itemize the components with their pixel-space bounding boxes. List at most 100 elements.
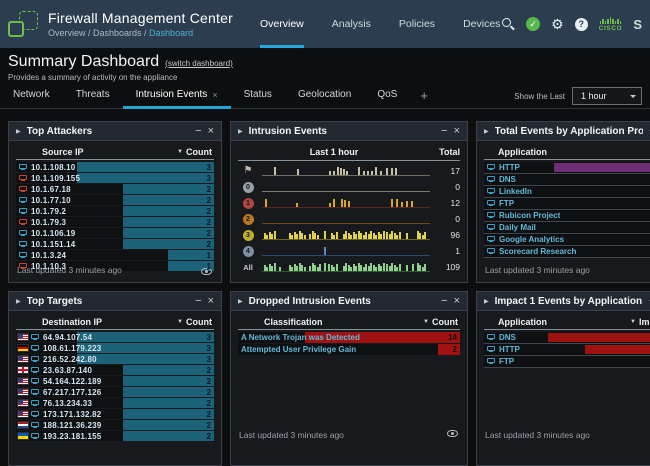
expand-icon[interactable]: ▶: [16, 298, 21, 305]
intrusion-row[interactable]: 112: [238, 195, 460, 211]
column-header-application[interactable]: Application: [498, 317, 547, 327]
table-row[interactable]: 188.121.36.2392: [16, 420, 214, 430]
table-row[interactable]: Daily Mail: [484, 222, 650, 234]
view-icon[interactable]: [447, 430, 458, 437]
close-icon[interactable]: ×: [454, 126, 460, 137]
breadcrumb-prefix[interactable]: Overview / Dashboards /: [48, 28, 149, 38]
close-icon[interactable]: ×: [454, 296, 460, 307]
impact-app-table: DNSHTTPFTP: [484, 332, 650, 368]
tab-threats[interactable]: Threats: [63, 89, 123, 109]
panel-header: ▶ Top Targets − ×: [9, 292, 221, 311]
breadcrumb-current[interactable]: Dashboard: [149, 28, 193, 38]
table-row[interactable]: 10.1.108.103: [16, 162, 214, 172]
count-value: 2: [207, 388, 211, 397]
intrusion-row[interactable]: ⚑17: [238, 163, 460, 179]
nav-item-analysis[interactable]: Analysis: [332, 0, 371, 48]
event-mark: [412, 264, 414, 271]
table-row[interactable]: 67.217.177.1262: [16, 387, 214, 397]
table-row[interactable]: 10.1.79.32: [16, 217, 214, 227]
ip-address: 188.121.36.239: [43, 421, 101, 430]
tab-geolocation[interactable]: Geolocation: [285, 89, 364, 109]
tab-status[interactable]: Status: [231, 89, 285, 109]
table-row[interactable]: 10.1.151.142: [16, 239, 214, 249]
nav-item-devices[interactable]: Devices: [463, 0, 500, 48]
table-row[interactable]: Scorecard Research: [484, 246, 650, 258]
count-value: 2: [207, 207, 211, 216]
table-row[interactable]: DNS: [484, 332, 650, 344]
column-header-count[interactable]: ▼Count: [177, 147, 212, 157]
tab-intrusion-events[interactable]: Intrusion Events×: [123, 89, 231, 109]
event-mark: [406, 201, 408, 207]
event-mark: [296, 203, 298, 207]
table-row[interactable]: 108.61.179.2233: [16, 343, 214, 353]
table-row[interactable]: 76.13.234.332: [16, 398, 214, 408]
tab-qos[interactable]: QoS: [364, 89, 410, 109]
column-header-count[interactable]: ▼Count: [423, 317, 458, 327]
application-icon: [487, 334, 495, 339]
table-row[interactable]: HTTP: [484, 162, 650, 174]
table-row[interactable]: 54.164.122.1892: [16, 376, 214, 386]
column-header-count[interactable]: ▼Count: [177, 317, 212, 327]
minimize-icon[interactable]: −: [441, 296, 447, 307]
column-header-application[interactable]: Application: [498, 147, 547, 157]
count-bar: [123, 376, 214, 386]
intrusion-row[interactable]: 00: [238, 179, 460, 195]
table-row[interactable]: Attempted User Privilege Gain2: [238, 344, 460, 355]
event-total: 0: [434, 214, 460, 224]
minimize-icon[interactable]: −: [195, 126, 201, 137]
intrusion-row[interactable]: 41: [238, 243, 460, 259]
event-mark: [336, 264, 338, 271]
time-range-select[interactable]: 1 hour: [572, 87, 642, 105]
health-status-icon[interactable]: ✓: [526, 17, 540, 31]
close-icon[interactable]: ×: [208, 126, 214, 137]
table-row[interactable]: 216.52.242.803: [16, 354, 214, 364]
table-row[interactable]: 64.94.107.543: [16, 332, 214, 342]
count-value: 3: [207, 174, 211, 183]
column-header-impact1-count[interactable]: ▼Impact 1 Count: [630, 317, 650, 327]
add-tab-button[interactable]: +: [410, 88, 438, 108]
table-row[interactable]: FTP: [484, 356, 650, 368]
table-row[interactable]: 10.1.79.22: [16, 206, 214, 216]
column-header-source-ip[interactable]: Source IP: [42, 147, 84, 157]
table-row[interactable]: 10.1.106.192: [16, 228, 214, 238]
table-row[interactable]: FTP: [484, 198, 650, 210]
dashboard-tabbar: NetworkThreatsIntrusion Events×StatusGeo…: [0, 85, 650, 109]
table-row[interactable]: DNS: [484, 174, 650, 186]
tab-close-icon[interactable]: ×: [212, 90, 217, 100]
column-header-destination-ip[interactable]: Destination IP: [42, 317, 102, 327]
table-row[interactable]: Rubicon Project: [484, 210, 650, 222]
table-row[interactable]: 173.171.132.822: [16, 409, 214, 419]
table-row[interactable]: 23.63.87.1402: [16, 365, 214, 375]
expand-icon[interactable]: ▶: [484, 298, 489, 305]
expand-icon[interactable]: ▶: [238, 298, 243, 305]
intrusion-row[interactable]: All109: [238, 259, 460, 275]
expand-icon[interactable]: ▶: [484, 128, 489, 135]
table-row[interactable]: Google Analytics: [484, 234, 650, 246]
ip-address: 10.1.151.14: [31, 240, 75, 249]
ip-address: 10.1.3.24: [31, 251, 66, 260]
nav-item-policies[interactable]: Policies: [399, 0, 435, 48]
tab-network[interactable]: Network: [0, 89, 63, 109]
table-row[interactable]: HTTP: [484, 344, 650, 356]
event-mark: [399, 264, 401, 271]
search-icon[interactable]: [502, 18, 515, 31]
minimize-icon[interactable]: −: [441, 126, 447, 137]
switch-dashboard-link[interactable]: (switch dashboard): [165, 59, 233, 68]
gear-icon[interactable]: ⚙: [551, 17, 564, 31]
host-icon: [31, 378, 39, 383]
expand-icon[interactable]: ▶: [238, 128, 243, 135]
table-row[interactable]: 10.1.109.1553: [16, 173, 214, 183]
nav-item-overview[interactable]: Overview: [260, 0, 304, 48]
intrusion-row[interactable]: 396: [238, 227, 460, 243]
help-icon[interactable]: ?: [575, 18, 588, 31]
column-header-classification[interactable]: Classification: [264, 317, 323, 327]
close-icon[interactable]: ×: [208, 296, 214, 307]
table-row[interactable]: 10.1.67.182: [16, 184, 214, 194]
table-row[interactable]: 10.1.77.102: [16, 195, 214, 205]
intrusion-row[interactable]: 20: [238, 211, 460, 227]
minimize-icon[interactable]: −: [195, 296, 201, 307]
expand-icon[interactable]: ▶: [16, 128, 21, 135]
table-row[interactable]: 10.1.3.241: [16, 250, 214, 260]
table-row[interactable]: LinkedIn: [484, 186, 650, 198]
table-row[interactable]: A Network Trojan was Detected14: [238, 332, 460, 343]
